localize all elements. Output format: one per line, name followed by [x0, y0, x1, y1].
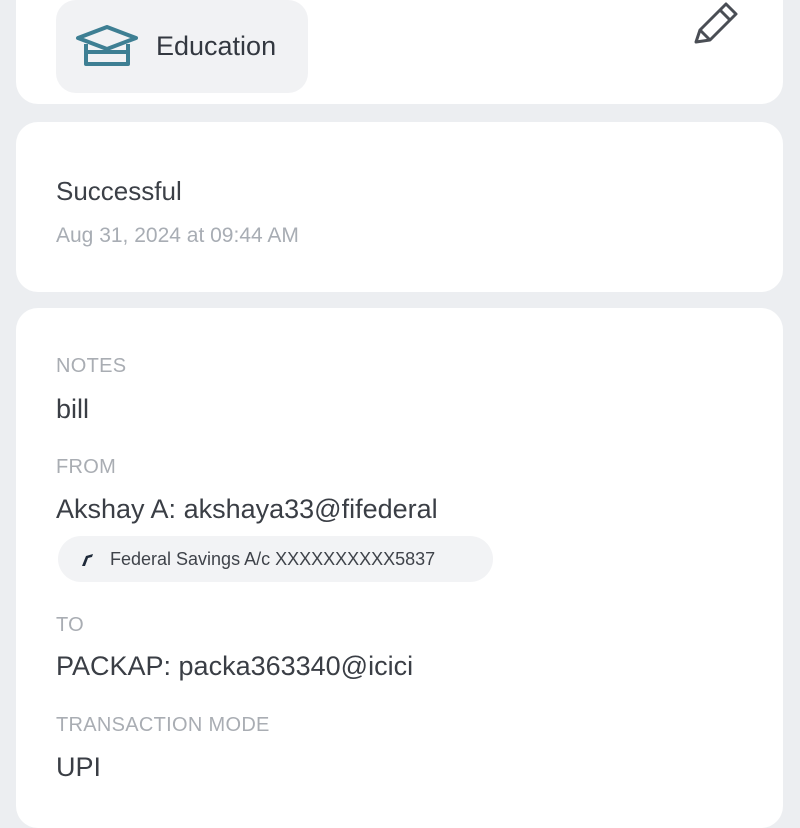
from-value: Akshay A: akshaya33@fifederal: [56, 494, 438, 524]
federal-bank-logo-icon: [82, 554, 93, 566]
category-card: Education: [16, 0, 783, 104]
category-label: Education: [156, 31, 277, 61]
status-card: Successful Aug 31, 2024 at 09:44 AM: [16, 122, 783, 292]
details-card: NOTES bill FROM Akshay A: akshaya33@fife…: [16, 308, 783, 828]
transaction-mode-label: TRANSACTION MODE: [56, 714, 270, 736]
transaction-timestamp: Aug 31, 2024 at 09:44 AM: [56, 224, 299, 247]
from-account-text: Federal Savings A/c XXXXXXXXXX5837: [110, 549, 436, 569]
notes-label: NOTES: [56, 355, 127, 377]
pencil-icon[interactable]: [688, 0, 740, 48]
category-chip[interactable]: Education: [56, 0, 308, 93]
from-account-chip: Federal Savings A/c XXXXXXXXXX5837: [58, 536, 493, 582]
from-label: FROM: [56, 456, 117, 478]
notes-value: bill: [56, 394, 90, 424]
to-value: PACKAP: packa363340@icici: [56, 651, 414, 681]
transaction-mode-value: UPI: [56, 752, 102, 782]
transaction-status: Successful: [56, 176, 182, 206]
to-label: TO: [56, 614, 85, 636]
education-box-icon: [76, 25, 138, 66]
